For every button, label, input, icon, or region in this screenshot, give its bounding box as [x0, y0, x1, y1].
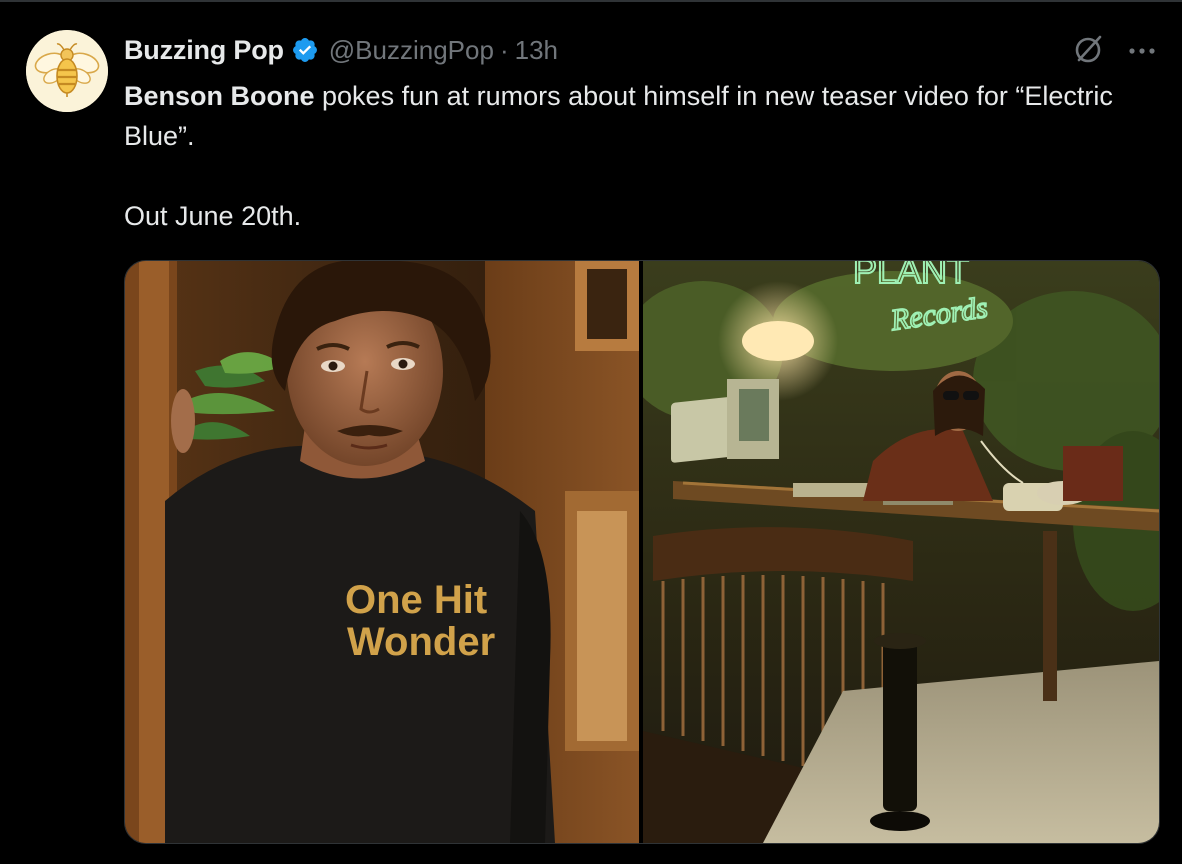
display-name[interactable]: Buzzing Pop	[124, 35, 284, 66]
tweet-text: Benson Boone pokes fun at rumors about h…	[124, 76, 1154, 236]
mention-name: Benson Boone	[124, 81, 315, 111]
grok-icon[interactable]	[1070, 32, 1106, 68]
handle[interactable]: @BuzzingPop	[329, 35, 494, 66]
media-grid[interactable]: One Hit Wonder PLANT Records	[124, 260, 1160, 844]
shirt-text-line2: Wonder	[347, 620, 495, 664]
bee-logo	[26, 30, 108, 112]
tweet[interactable]: Buzzing Pop @BuzzingPop · 13h Benson Boo…	[0, 2, 1182, 864]
tweet-text-line2: Out June 20th.	[124, 201, 302, 231]
tweet-actions	[1070, 32, 1160, 68]
neon-sign-line1: PLANT	[853, 261, 969, 291]
media-photo-right[interactable]: PLANT Records	[623, 261, 1159, 843]
shirt-text-line1: One Hit	[345, 578, 487, 622]
separator-dot: ·	[499, 34, 509, 65]
timestamp[interactable]: 13h	[515, 35, 558, 66]
avatar[interactable]	[26, 30, 108, 112]
media-photo-left[interactable]: One Hit Wonder	[125, 261, 639, 843]
more-icon[interactable]	[1124, 32, 1160, 68]
tweet-header: Buzzing Pop @BuzzingPop · 13h	[124, 32, 558, 68]
verified-badge-icon[interactable]	[291, 36, 319, 64]
